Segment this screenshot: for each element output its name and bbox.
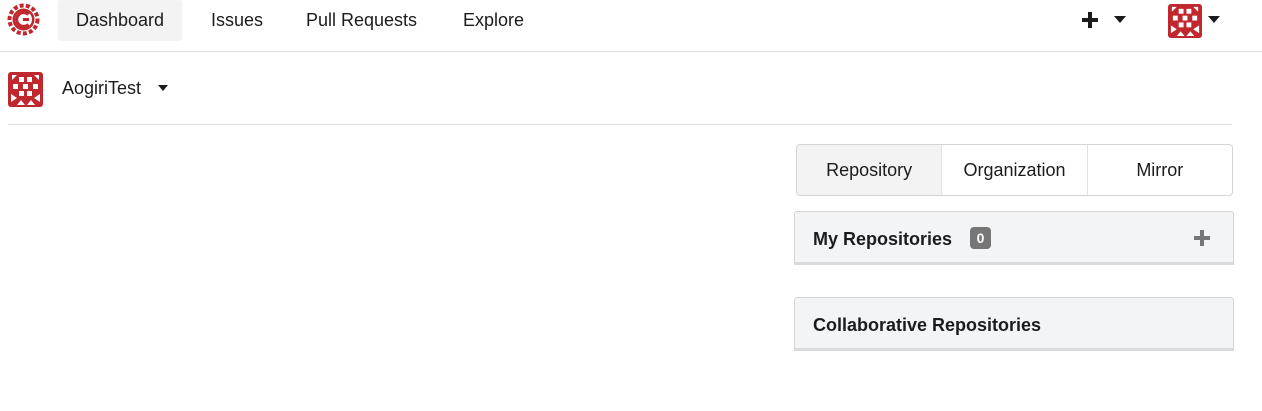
nav-dashboard[interactable]: Dashboard	[58, 0, 182, 41]
plus-icon	[1082, 12, 1098, 28]
chevron-down-icon[interactable]	[158, 85, 168, 91]
tab-organization[interactable]: Organization	[942, 145, 1088, 195]
context-name[interactable]: AogiriTest	[62, 76, 141, 100]
top-navigation-bar: Dashboard Issues Pull Requests Explore	[0, 0, 1262, 52]
org-avatar-icon	[8, 72, 43, 107]
create-new-dropdown[interactable]	[1080, 9, 1132, 31]
tab-repository[interactable]: Repository	[797, 145, 943, 195]
my-repositories-panel: My Repositories 0	[794, 211, 1234, 265]
dashboard-context-switcher: AogiriTest	[8, 72, 1232, 125]
chevron-down-icon	[1208, 16, 1220, 23]
repo-count-badge: 0	[970, 227, 991, 249]
nav-pull-requests[interactable]: Pull Requests	[306, 0, 417, 41]
tab-mirror[interactable]: Mirror	[1088, 145, 1232, 195]
panel-title: Collaborative Repositories	[813, 315, 1042, 335]
panel-title: My Repositories	[813, 229, 953, 249]
user-avatar-icon	[1168, 4, 1202, 38]
nav-explore[interactable]: Explore	[463, 0, 524, 41]
user-menu-dropdown[interactable]	[1168, 4, 1226, 40]
chevron-down-icon	[1114, 16, 1126, 23]
gitea-logo-icon[interactable]	[7, 3, 40, 36]
add-repository-plus-icon[interactable]	[1193, 229, 1211, 247]
repo-type-tabs: Repository Organization Mirror	[796, 144, 1233, 196]
nav-issues[interactable]: Issues	[211, 0, 263, 41]
collaborative-repositories-panel: Collaborative Repositories	[794, 297, 1234, 351]
